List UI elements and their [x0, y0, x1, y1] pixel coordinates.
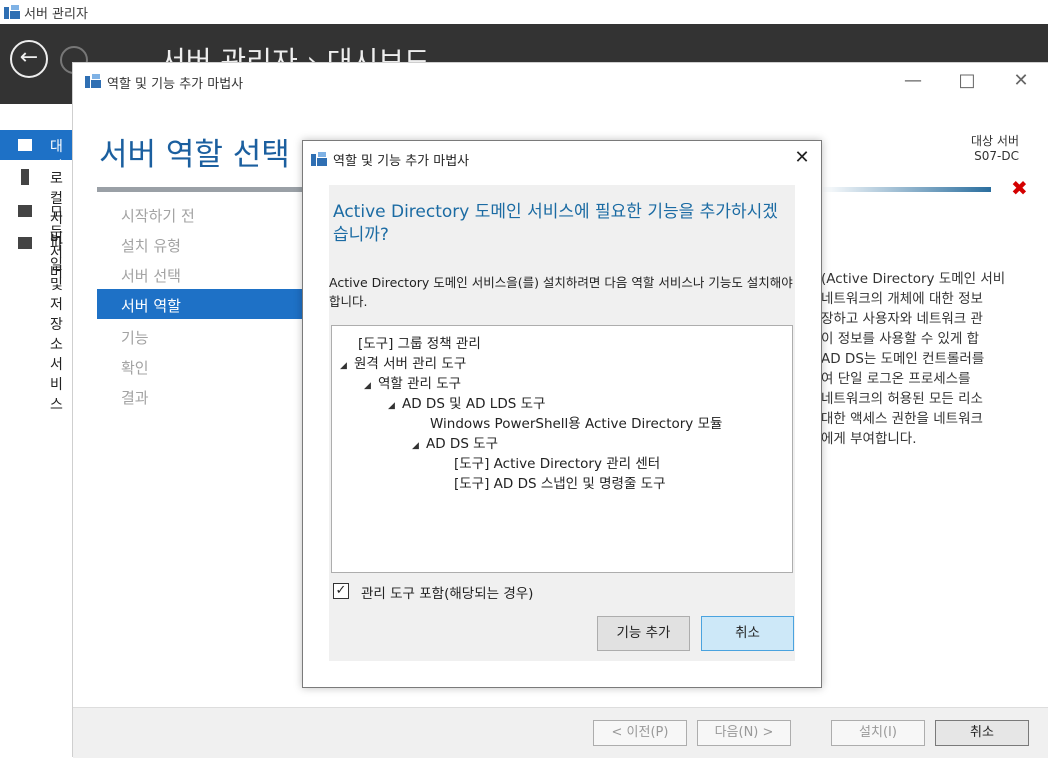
wizard-title: 역할 및 기능 추가 마법사 [107, 77, 244, 92]
tree-item[interactable]: [도구] Active Directory 관리 센터 [454, 452, 660, 472]
collapse-triangle-icon[interactable]: ◢ [412, 441, 426, 451]
role-description-line: 장하고 사용자와 네트워크 관 [821, 311, 983, 327]
include-tools-checkbox[interactable]: ✓ [333, 583, 349, 599]
next-button[interactable]: 다음(N) > [697, 720, 791, 746]
tree-item[interactable]: ◢ 원격 서버 관리 도구 [340, 352, 466, 372]
previous-button[interactable]: < 이전(P) [593, 720, 687, 746]
collapse-triangle-icon[interactable]: ◢ [364, 381, 378, 391]
role-description-line: (Active Directory 도메인 서비 [821, 271, 1006, 287]
header-divider-gradient [821, 187, 991, 192]
dialog-title: 역할 및 기능 추가 마법사 [333, 154, 470, 169]
close-icon[interactable]: ✕ [1009, 69, 1033, 93]
include-tools-label[interactable]: 관리 도구 포함(해당되는 경우) [361, 582, 533, 602]
header-divider [97, 187, 307, 192]
collapse-triangle-icon[interactable]: ◢ [340, 361, 354, 371]
wizard-step: 시작하기 전 [121, 207, 195, 225]
servers-icon [18, 205, 32, 217]
close-icon[interactable]: ✕ [791, 147, 813, 169]
dialog-app-icon [311, 152, 327, 166]
add-features-button[interactable]: 기능 추가 [597, 616, 690, 651]
wizard-step: 설치 유형 [121, 237, 181, 255]
minimize-icon[interactable]: — [901, 69, 925, 93]
wizard-titlebar: 역할 및 기능 추가 마법사 — □ ✕ [73, 63, 1048, 99]
dialog-explanation: Active Directory 도메인 서비스을(를) 설치하려면 다음 역할… [329, 275, 793, 309]
role-description-line: 네트워크의 개체에 대한 정보 [821, 291, 983, 307]
role-description: (Active Directory 도메인 서비네트워크의 개체에 대한 정보장… [821, 269, 1031, 449]
tree-item[interactable]: ◢ AD DS 및 AD LDS 도구 [388, 392, 545, 412]
sidebar-item-dashboard[interactable]: 대시보드 [0, 130, 72, 215]
server-manager-title: 서버 관리자 [24, 7, 88, 22]
back-arrow-icon[interactable]: ← [10, 40, 48, 78]
wizard-step-active[interactable]: 서버 역할 [97, 289, 307, 319]
collapse-triangle-icon[interactable]: ◢ [388, 401, 402, 411]
server-manager-titlebar: 서버 관리자 [0, 0, 1048, 24]
role-description-line: AD DS는 도메인 컨트롤러를 [821, 351, 985, 367]
dialog-body: Active Directory 도메인 서비스에 필요한 기능을 추가하시겠습… [329, 185, 795, 661]
cancel-button[interactable]: 취소 [935, 720, 1029, 746]
wizard-step: 결과 [121, 389, 149, 407]
wizard-footer: < 이전(P) 다음(N) > 설치(I) 취소 [73, 707, 1048, 758]
server-icon [21, 169, 29, 185]
wizard-step: 확인 [121, 359, 149, 377]
dialog-cancel-button[interactable]: 취소 [701, 616, 794, 651]
install-button[interactable]: 설치(I) [831, 720, 925, 746]
dialog-question: Active Directory 도메인 서비스에 필요한 기능을 추가하시겠습… [333, 202, 778, 245]
wizard-step: 서버 선택 [121, 267, 181, 285]
server-manager-app-icon [4, 5, 20, 19]
target-server-label: 대상 서버 [971, 134, 1019, 148]
target-server-name: S07-DC [974, 149, 1019, 163]
add-features-dialog: 역할 및 기능 추가 마법사 ✕ Active Directory 도메인 서비… [302, 140, 822, 688]
dashboard-icon [18, 139, 32, 151]
sidebar-item-all-servers[interactable]: 모든 서버 [0, 196, 72, 281]
role-description-line: 여 단일 로그온 프로세스를 [821, 371, 971, 387]
tree-item[interactable]: ◢ AD DS 도구 [412, 432, 498, 452]
tree-item[interactable]: ◢ 역할 관리 도구 [364, 372, 461, 392]
tree-item[interactable]: [도구] AD DS 스냅인 및 명령줄 도구 [454, 472, 666, 492]
sidebar-item-file-storage[interactable]: 파일 및 저장소 서비스 [0, 228, 72, 413]
role-description-line: 네트워크의 허용된 모든 리소 [821, 391, 983, 407]
role-description-line: 이 정보를 사용할 수 있게 합 [821, 331, 980, 347]
wizard-step-label: 서버 역할 [121, 297, 181, 315]
storage-icon [18, 237, 32, 249]
role-description-line: 에게 부여합니다. [821, 431, 917, 447]
tree-item[interactable]: Windows PowerShell용 Active Directory 모듈 [430, 412, 722, 432]
page-title: 서버 역할 선택 [99, 137, 290, 173]
features-tree[interactable]: [도구] 그룹 정책 관리 ◢ 원격 서버 관리 도구 ◢ 역할 관리 도구 ◢ AD… [331, 325, 793, 573]
role-description-line: 대한 액세스 권한을 네트워크 [821, 411, 983, 427]
sidebar-item-local-server[interactable]: 로컬 서버 [0, 162, 72, 247]
error-icon: ✖ [1011, 176, 1028, 200]
tree-item[interactable]: [도구] 그룹 정책 관리 [358, 332, 481, 352]
maximize-icon[interactable]: □ [955, 69, 979, 93]
wizard-app-icon [85, 74, 101, 88]
wizard-step: 기능 [121, 329, 149, 347]
